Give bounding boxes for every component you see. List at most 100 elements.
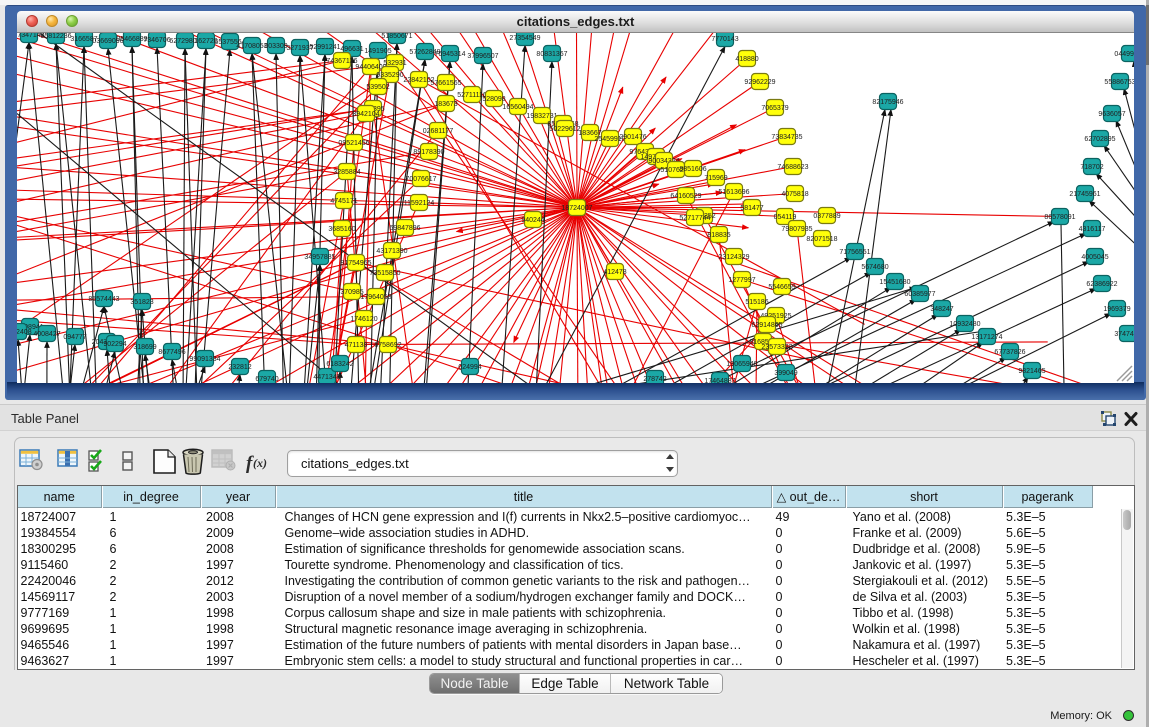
svg-text:7770143: 7770143 [711, 36, 738, 43]
svg-text:581477: 581477 [740, 205, 763, 212]
svg-text:82175946: 82175946 [872, 99, 903, 106]
svg-text:183673: 183673 [434, 101, 457, 108]
svg-text:471138: 471138 [345, 342, 368, 349]
svg-text:515186: 515186 [745, 299, 768, 306]
svg-text:73834735: 73834735 [771, 134, 802, 141]
svg-text:52991241: 52991241 [309, 44, 340, 51]
svg-text:67737826: 67737826 [994, 349, 1025, 356]
svg-text:8851606: 8851606 [679, 166, 706, 173]
svg-text:43171390: 43171390 [376, 248, 407, 255]
svg-text:528098: 528098 [482, 96, 505, 103]
svg-text:51613696: 51613696 [718, 189, 749, 196]
svg-text:74367136: 74367136 [326, 58, 357, 65]
svg-text:412478: 412478 [603, 269, 626, 276]
svg-text:5674680: 5674680 [861, 264, 888, 271]
svg-text:92962229: 92962229 [744, 79, 775, 86]
svg-text:17964053: 17964053 [360, 294, 391, 301]
svg-text:62702895: 62702895 [1084, 136, 1115, 143]
svg-text:0377889: 0377889 [813, 213, 840, 220]
svg-text:15451680: 15451680 [879, 279, 910, 286]
svg-text:37996507: 37996507 [467, 53, 498, 60]
svg-text:79807935: 79807935 [781, 226, 812, 233]
svg-text:41708053: 41708053 [236, 43, 267, 50]
svg-text:318699: 318699 [133, 344, 156, 351]
svg-text:19065940: 19065940 [726, 361, 757, 368]
svg-text:418880: 418880 [735, 56, 758, 63]
svg-text:71756551: 71756551 [839, 249, 870, 256]
svg-text:1969379: 1969379 [1103, 306, 1130, 313]
svg-text:6183242: 6183242 [326, 361, 353, 368]
svg-text:902294: 902294 [103, 341, 126, 348]
svg-text:6758692: 6758692 [374, 342, 401, 349]
svg-text:09521456: 09521456 [338, 140, 369, 147]
svg-text:89178390: 89178390 [413, 149, 444, 156]
svg-text:19832731: 19832731 [526, 113, 557, 120]
svg-text:70076617: 70076617 [405, 176, 436, 183]
svg-text:27354549: 27354549 [509, 35, 540, 42]
svg-text:094777: 094777 [63, 334, 86, 341]
svg-text:278742: 278742 [643, 376, 666, 383]
svg-text:81754965: 81754965 [340, 260, 371, 267]
svg-text:818835: 818835 [707, 232, 730, 239]
svg-text:82071518: 82071518 [806, 236, 837, 243]
svg-text:399049: 399049 [774, 370, 797, 377]
svg-text:718702: 718702 [1080, 164, 1103, 171]
svg-text:55886753: 55886753 [1104, 79, 1134, 86]
svg-text:60385977: 60385977 [904, 291, 935, 298]
svg-text:62386922: 62386922 [1086, 281, 1117, 288]
svg-text:50229612: 50229612 [549, 126, 580, 133]
svg-text:73515850: 73515850 [369, 270, 400, 277]
svg-text:21745961: 21745961 [1069, 191, 1100, 198]
svg-text:940244: 940244 [521, 217, 544, 224]
svg-text:4008427: 4008427 [33, 331, 60, 338]
svg-text:23124329: 23124329 [718, 254, 749, 261]
svg-text:4745171: 4745171 [330, 198, 357, 205]
svg-text:3942104: 3942104 [352, 111, 379, 118]
svg-text:86578091: 86578091 [1044, 214, 1075, 221]
svg-text:1746120: 1746120 [350, 316, 377, 323]
svg-text:1491905: 1491905 [364, 48, 391, 55]
svg-text:99091334: 99091334 [189, 356, 220, 363]
svg-text:2901476: 2901476 [619, 134, 646, 141]
svg-text:4005045: 4005045 [1081, 254, 1108, 261]
svg-text:5546659: 5546659 [768, 284, 795, 291]
svg-text:18724007: 18724007 [561, 205, 592, 212]
svg-text:34957885: 34957885 [304, 254, 335, 261]
svg-text:715969: 715969 [704, 175, 727, 182]
svg-text:74688623: 74688623 [777, 164, 808, 171]
svg-text:679740: 679740 [255, 376, 278, 383]
svg-text:10932480: 10932480 [949, 321, 980, 328]
svg-text:80831367: 80831367 [536, 51, 567, 58]
svg-text:7065379: 7065379 [761, 105, 788, 112]
svg-text:57661565: 57661565 [430, 80, 461, 87]
svg-text:64160529: 64160529 [670, 193, 701, 200]
svg-text:16560494: 16560494 [502, 104, 533, 111]
svg-text:17464887: 17464887 [704, 378, 735, 383]
svg-text:3747407: 3747407 [1114, 331, 1134, 338]
svg-text:539502: 539502 [366, 84, 389, 91]
svg-text:9636057: 9636057 [1098, 111, 1125, 118]
svg-text:23573322: 23573322 [761, 344, 792, 351]
svg-text:1277997: 1277997 [728, 277, 755, 284]
svg-text:55812236: 55812236 [40, 33, 71, 40]
svg-text:3685160: 3685160 [328, 226, 355, 233]
svg-text:4075818: 4075818 [781, 191, 808, 198]
svg-text:62914865: 62914865 [751, 322, 782, 329]
svg-text:4352408: 4352408 [17, 329, 32, 336]
svg-text:04499727: 04499727 [1114, 51, 1134, 58]
svg-text:51850671: 51850671 [381, 33, 412, 40]
svg-text:348247: 348247 [930, 306, 953, 313]
svg-text:3285884: 3285884 [333, 169, 360, 176]
svg-text:11592124: 11592124 [404, 200, 435, 207]
svg-text:13171274: 13171274 [971, 334, 1002, 341]
svg-text:7346706: 7346706 [143, 37, 170, 44]
svg-text:52717744: 52717744 [679, 215, 710, 222]
svg-text:85574443: 85574443 [88, 296, 119, 303]
svg-text:003309: 003309 [264, 43, 287, 50]
svg-text:351823: 351823 [130, 299, 153, 306]
svg-text:02681177: 02681177 [423, 128, 454, 135]
svg-text:8677496: 8677496 [158, 349, 185, 356]
svg-text:69847896: 69847896 [389, 225, 420, 232]
svg-text:76945314: 76945314 [434, 51, 465, 58]
svg-text:4316117: 4316117 [1079, 226, 1106, 233]
